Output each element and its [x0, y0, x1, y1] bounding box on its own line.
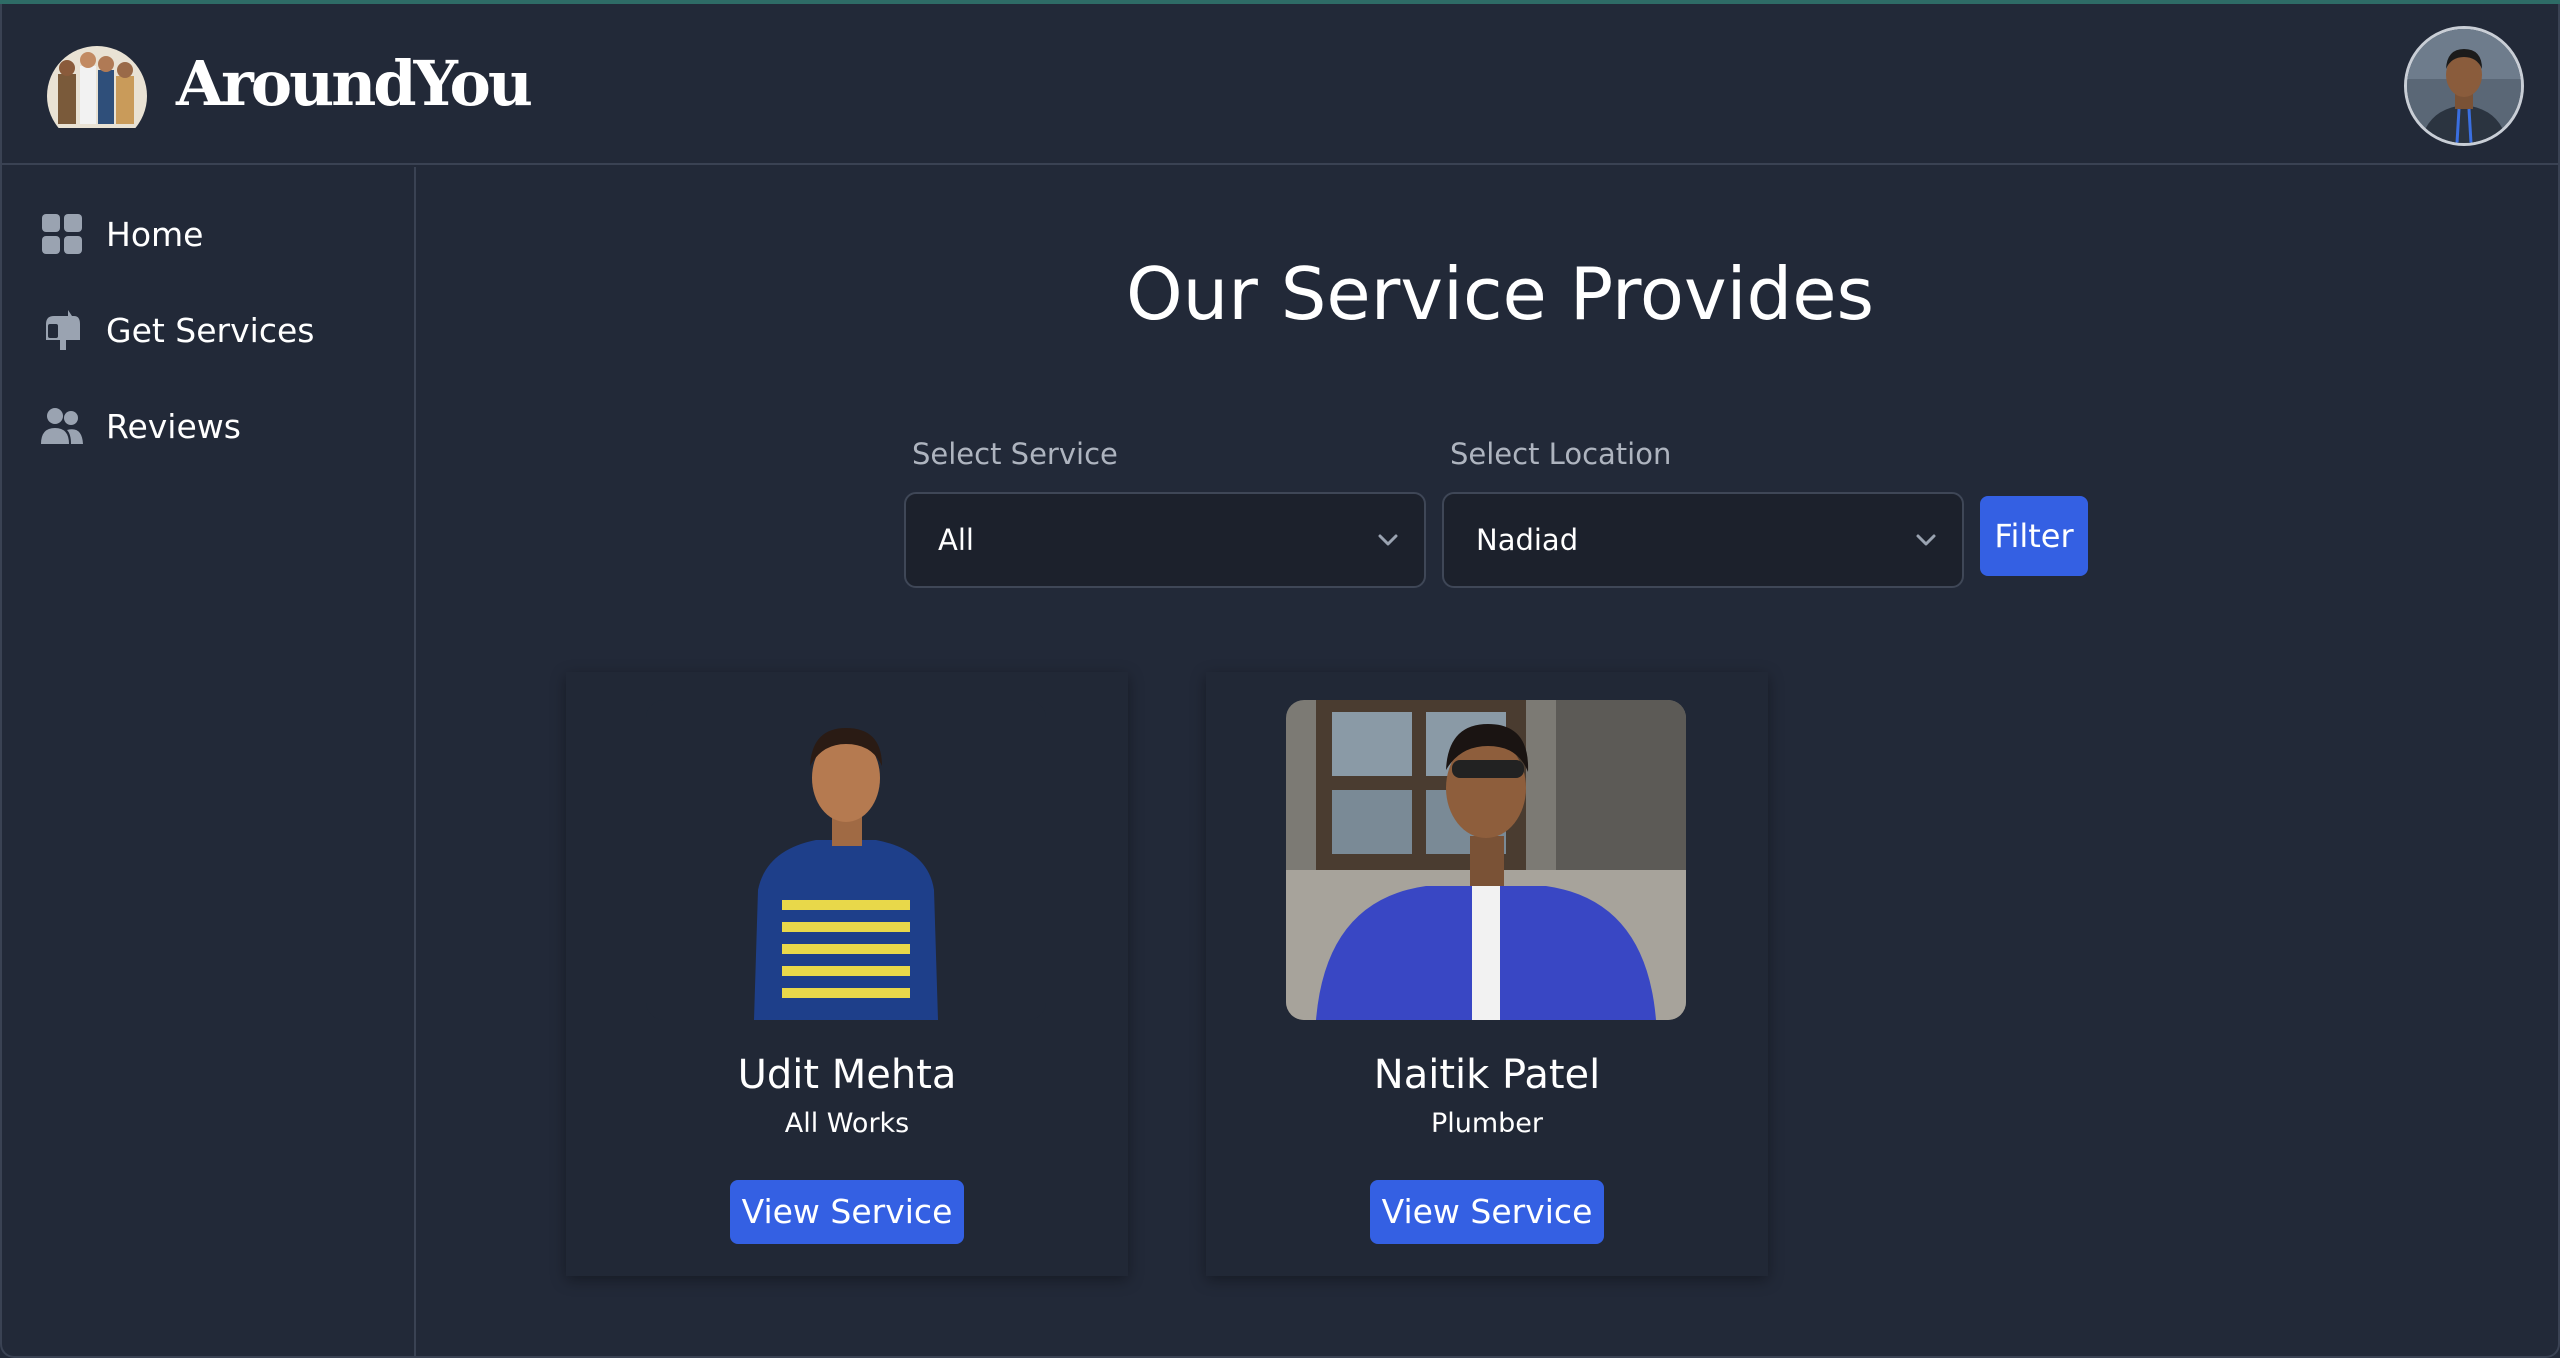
provider-photo	[1286, 700, 1686, 1020]
brand-name: AroundYou	[176, 47, 533, 120]
provider-role: All Works	[784, 1108, 910, 1139]
chevron-down-icon	[1374, 526, 1402, 554]
sidebar-item-label: Get Services	[106, 310, 315, 350]
sidebar-item-get-services[interactable]: Get Services	[40, 305, 314, 355]
sidebar-item-home[interactable]: Home	[40, 209, 203, 259]
provider-role: Plumber	[1430, 1108, 1544, 1139]
sidebar: Home Get Services Reviews	[2, 167, 416, 1356]
service-select-label: Select Service	[912, 437, 1118, 471]
page-title: Our Service Provides	[1125, 252, 1875, 336]
view-service-button[interactable]: View Service	[1370, 1180, 1604, 1244]
provider-card: Udit Mehta All Works View Service	[566, 672, 1128, 1276]
location-select-label: Select Location	[1450, 437, 1672, 471]
provider-card: Naitik Patel Plumber View Service	[1206, 672, 1768, 1276]
sidebar-item-label: Reviews	[106, 406, 241, 446]
top-header: AroundYou	[2, 4, 2558, 165]
filter-button[interactable]: Filter	[1980, 496, 2088, 576]
service-select[interactable]: All	[904, 492, 1426, 588]
location-select-value: Nadiad	[1476, 523, 1579, 557]
provider-photo	[646, 700, 1046, 1020]
brand-logo-icon[interactable]	[44, 44, 150, 146]
provider-name: Udit Mehta	[737, 1052, 957, 1098]
service-select-value: All	[938, 523, 974, 557]
provider-name: Naitik Patel	[1373, 1052, 1601, 1098]
grid-icon	[40, 212, 84, 256]
location-select[interactable]: Nadiad	[1442, 492, 1964, 588]
users-icon	[40, 404, 84, 448]
sidebar-item-reviews[interactable]: Reviews	[40, 401, 241, 451]
user-avatar[interactable]	[2404, 26, 2524, 146]
chevron-down-icon	[1912, 526, 1940, 554]
sidebar-item-label: Home	[106, 214, 204, 254]
view-service-button[interactable]: View Service	[730, 1180, 964, 1244]
mailbox-icon	[40, 308, 84, 352]
